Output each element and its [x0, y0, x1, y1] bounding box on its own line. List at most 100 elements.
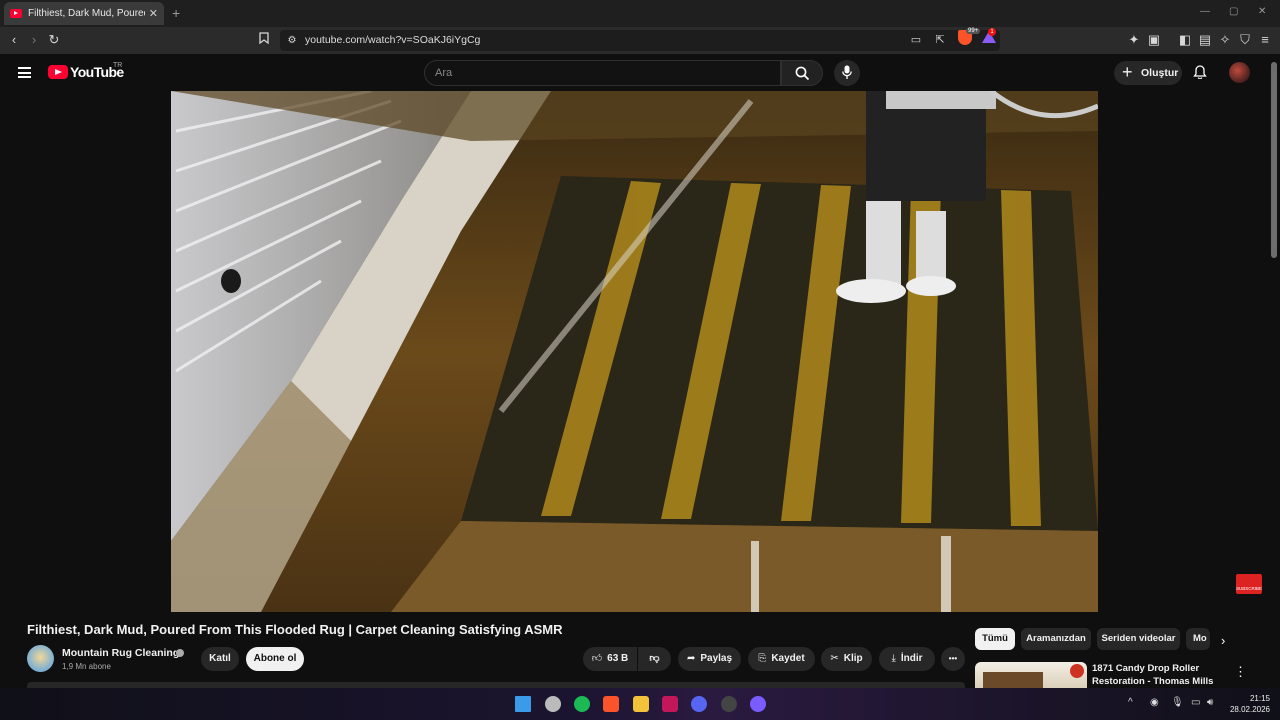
file-explorer-icon[interactable]: [633, 696, 649, 712]
share-page-icon[interactable]: ⇱: [932, 32, 948, 48]
sidebar-icon[interactable]: ◧: [1177, 32, 1193, 48]
tray-volume-icon[interactable]: 🔊︎: [1207, 697, 1213, 708]
brave-browser-icon[interactable]: [603, 696, 619, 712]
spotify-icon[interactable]: [574, 696, 590, 712]
chip-all[interactable]: Tümü: [975, 628, 1015, 650]
watermark-text: SUBSCRIBE: [1236, 586, 1263, 591]
window-close-icon[interactable]: ✕: [1258, 6, 1266, 17]
more-actions-button[interactable]: •••: [941, 647, 965, 671]
wallet-icon[interactable]: ▤: [1197, 32, 1213, 48]
download-icon: ⤓: [891, 653, 896, 664]
share-label: Paylaş: [700, 653, 733, 664]
discord-icon[interactable]: [691, 696, 707, 712]
microphone-icon: [842, 65, 852, 79]
user-avatar[interactable]: [1229, 62, 1250, 83]
youtube-header: YouTube TR Ara Oluştur: [0, 54, 1280, 91]
video-frame: [171, 91, 1098, 612]
chip-label: Seriden videolar: [1101, 633, 1176, 644]
chip-series[interactable]: Seriden videolar: [1097, 628, 1180, 650]
minimize-icon[interactable]: —: [1200, 6, 1210, 17]
chip-label: Tümü: [982, 633, 1008, 644]
save-button[interactable]: ⎘ Kaydet: [748, 647, 815, 671]
join-button[interactable]: Katıl: [201, 647, 239, 671]
verified-badge-icon: [176, 649, 184, 657]
channel-avatar[interactable]: [27, 645, 54, 672]
search-button[interactable]: [781, 60, 823, 86]
download-button[interactable]: ⤓ İndir: [879, 647, 935, 671]
clock-date: 28.02.2026: [1229, 705, 1270, 714]
clock-time: 21:15: [1249, 694, 1270, 703]
extensions-icon[interactable]: ✦: [1126, 32, 1142, 48]
share-button[interactable]: ➦ Paylaş: [678, 647, 741, 671]
back-icon[interactable]: ‹: [6, 32, 22, 48]
site-info-icon[interactable]: ⚙: [284, 33, 300, 49]
thumbs-down-icon: 👎︎: [649, 653, 660, 664]
chip-more[interactable]: Mo: [1186, 628, 1210, 650]
tray-discord-icon[interactable]: ◉: [1150, 697, 1159, 708]
new-tab-icon[interactable]: +: [172, 5, 180, 21]
taskbar-app-circle-icon[interactable]: [750, 696, 766, 712]
tray-mic-icon[interactable]: 🎙︎: [1171, 697, 1184, 708]
windows-start-icon[interactable]: [515, 696, 531, 712]
address-bar[interactable]: ⚙ youtube.com/watch?v=SOaKJ6iYgCg ▭ ⇱: [280, 30, 1000, 51]
youtube-logo-icon[interactable]: [48, 65, 68, 79]
recommended-more-icon[interactable]: ⋮: [1234, 664, 1247, 680]
notifications-bell-icon[interactable]: [1193, 65, 1207, 79]
search-icon: [795, 66, 810, 81]
video-title: Filthiest, Dark Mud, Poured From This Fl…: [27, 622, 563, 637]
browser-tab[interactable]: Filthiest, Dark Mud, Poured From ✕: [4, 2, 164, 25]
hamburger-menu-icon[interactable]: [18, 67, 31, 78]
bookmark-icon[interactable]: [256, 32, 272, 48]
chip-label: Aramanızdan: [1026, 633, 1086, 644]
subscribe-watermark[interactable]: SUBSCRIBE: [1236, 574, 1262, 594]
close-tab-icon[interactable]: ✕: [149, 7, 158, 20]
scissors-icon: ✂: [830, 653, 839, 664]
search-input[interactable]: Ara: [424, 60, 781, 86]
menu-icon[interactable]: ≡: [1257, 32, 1273, 48]
voice-search-button[interactable]: [834, 60, 860, 86]
clip-label: Klip: [843, 653, 863, 664]
tray-chevron-icon[interactable]: ^: [1128, 697, 1133, 708]
taskbar-app-icon[interactable]: [545, 696, 561, 712]
recommended-video-title[interactable]: 1871 Candy Drop Roller Restoration - Tho…: [1092, 662, 1222, 688]
channel-name[interactable]: Mountain Rug Cleaning: [62, 647, 179, 659]
url-text: youtube.com/watch?v=SOaKJ6iYgCg: [305, 34, 481, 46]
leo-ai-icon[interactable]: ✧: [1217, 32, 1233, 48]
rewards-badge: 1: [988, 28, 996, 36]
save-bookmark-icon: ⎘: [758, 653, 767, 664]
page-scrollbar[interactable]: [1271, 62, 1277, 258]
video-player[interactable]: [171, 91, 1098, 612]
like-button[interactable]: 👍︎ 63 B: [583, 647, 637, 671]
like-count: 63 B: [607, 653, 629, 664]
steam-icon[interactable]: [721, 696, 737, 712]
subscribe-label: Abone ol: [253, 653, 297, 664]
taskbar-app-a-icon[interactable]: [662, 696, 678, 712]
maximize-icon[interactable]: ▢: [1229, 6, 1238, 17]
subscribe-button[interactable]: Abone ol: [246, 647, 304, 671]
taskbar-clock[interactable]: 21:15 28.02.2026: [1226, 693, 1270, 715]
save-label: Kaydet: [771, 653, 805, 664]
cast-icon[interactable]: ▭: [908, 32, 924, 48]
shields-count-badge: 99+: [966, 28, 981, 34]
clip-button[interactable]: ✂ Klip: [821, 647, 872, 671]
country-code: TR: [113, 62, 123, 69]
reload-icon[interactable]: ↻: [46, 32, 62, 48]
subscriber-count: 1,9 Mn abone: [62, 662, 111, 671]
search-placeholder: Ara: [435, 67, 453, 79]
chip-from-search[interactable]: Aramanızdan: [1021, 628, 1091, 650]
more-icon: •••: [948, 654, 958, 663]
dislike-button[interactable]: 👎︎: [638, 647, 671, 671]
windows-taskbar: ^ ◉ 🎙︎ ▭ 🔊︎ 21:15 28.02.2026: [0, 688, 1280, 720]
tab-title: Filthiest, Dark Mud, Poured From: [28, 8, 145, 19]
chevron-right-icon[interactable]: ›: [1221, 633, 1225, 648]
create-label: Oluştur: [1141, 67, 1179, 79]
tray-network-icon[interactable]: ▭: [1191, 697, 1200, 708]
create-button[interactable]: Oluştur: [1114, 60, 1182, 85]
browser-toolbar: ‹ › ↻ ⚙ youtube.com/watch?v=SOaKJ6iYgCg …: [0, 27, 1280, 54]
chip-label: Mo: [1193, 633, 1207, 644]
vpn-icon[interactable]: ⛉: [1237, 32, 1253, 48]
share-icon: ➦: [686, 653, 696, 664]
tab-manager-icon[interactable]: ▣: [1146, 32, 1162, 48]
forward-icon[interactable]: ›: [26, 32, 42, 48]
recommended-channel-logo: [1070, 664, 1084, 678]
